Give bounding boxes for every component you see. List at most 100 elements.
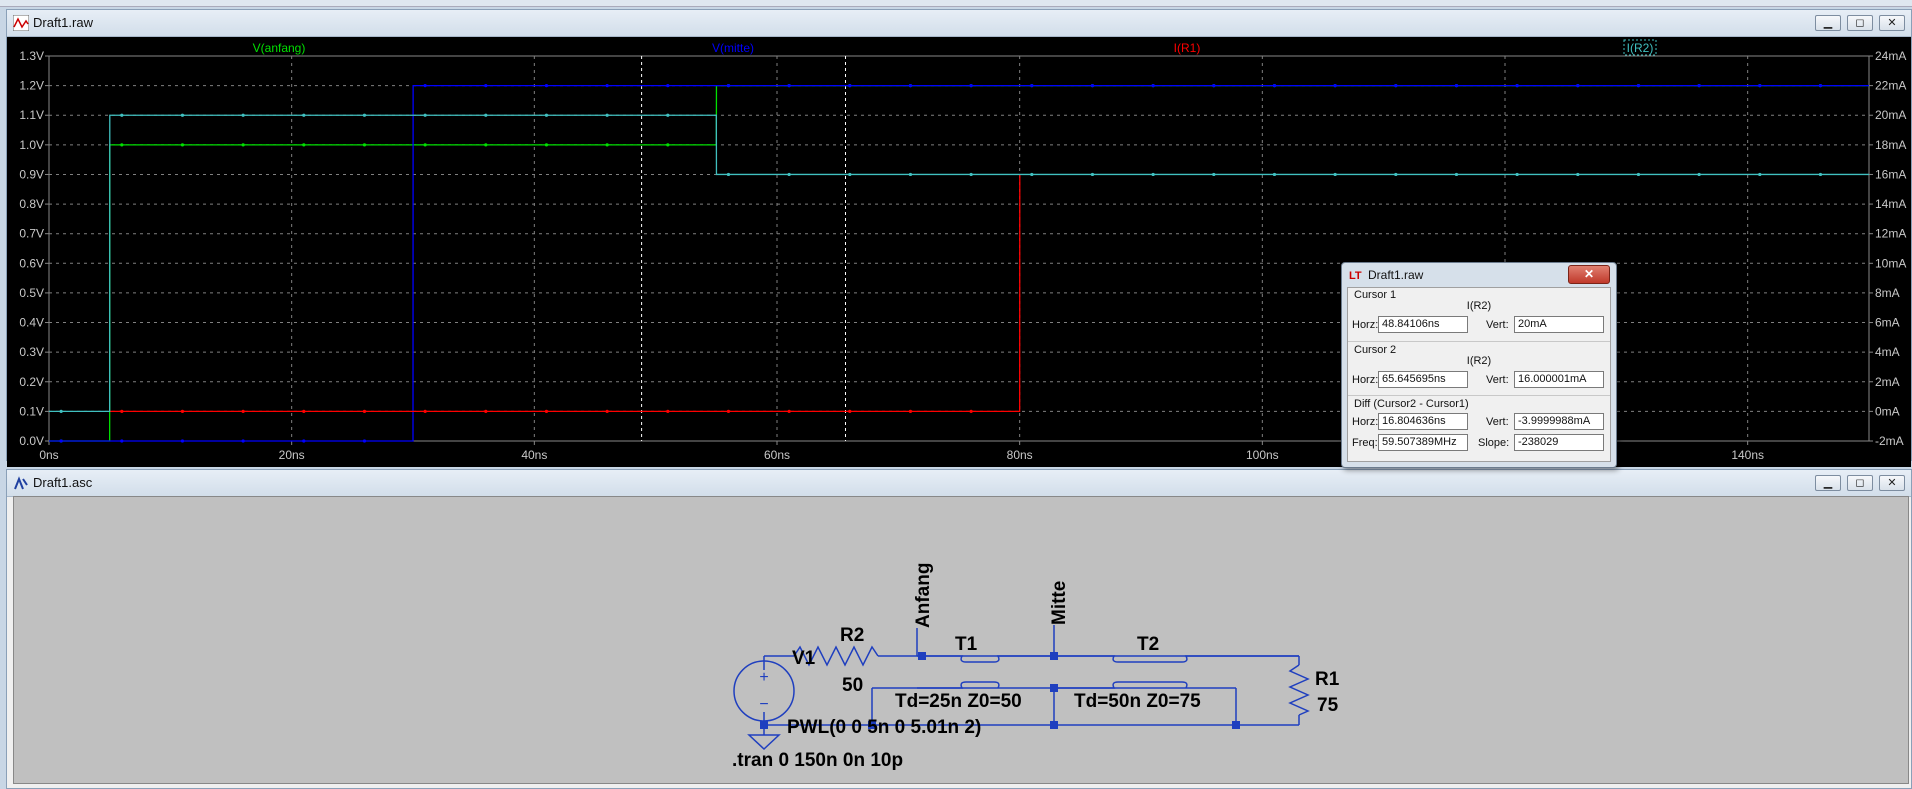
label-v1: V1 [792, 648, 816, 669]
trace-marker [848, 409, 852, 413]
svg-text:LT: LT [1349, 270, 1362, 280]
freq-field[interactable]: 59.507389MHz [1378, 434, 1468, 451]
trace-marker [1818, 172, 1823, 177]
label-t1-value: Td=25n Z0=50 [895, 691, 1022, 712]
trace-marker [1636, 172, 1641, 177]
trace-marker [362, 409, 367, 413]
tline-t1[interactable] [917, 655, 1054, 689]
schematic-close-button[interactable]: ✕ [1879, 475, 1905, 491]
schematic-canvas[interactable]: + − V1 R2 50 Anfang Mitte T1 Td=25n Z0=5… [13, 496, 1909, 784]
trace-marker [726, 172, 731, 177]
y-right-tick-label: 2mA [1875, 375, 1900, 389]
slope-field[interactable]: -238029 [1514, 434, 1604, 451]
trace-marker [1515, 84, 1519, 88]
trace-marker [241, 439, 245, 443]
y-right-tick-label: 18mA [1875, 138, 1906, 152]
trace-marker [423, 113, 427, 117]
trace-marker [59, 409, 63, 413]
trace-marker [1272, 172, 1277, 177]
maximize-button[interactable]: ◻ [1847, 15, 1873, 31]
freq-label: Freq: [1352, 437, 1378, 449]
diff-vert-field[interactable]: -3.9999988mA [1514, 413, 1604, 430]
y-right-tick-label: 4mA [1875, 345, 1900, 359]
mdi-top-strip [0, 0, 1912, 7]
schematic-window-title: Draft1.asc [33, 475, 93, 490]
trace-marker [787, 172, 791, 177]
y-left-tick-label: 1.1V [19, 108, 44, 122]
trace-marker [1454, 84, 1459, 88]
x-tick-label: 80ns [1007, 448, 1033, 462]
slope-label: Slope: [1478, 437, 1510, 449]
cursor2-horz-field[interactable]: 65.645695ns [1378, 371, 1468, 388]
voltage-source-v1[interactable]: + − [733, 660, 795, 722]
cursor1-vert-label: Vert: [1486, 319, 1509, 331]
y-left-tick-label: 0.4V [19, 316, 44, 330]
cursor1-group: Cursor 1 I(R2) Horz: 48.84106ns Vert: 20… [1348, 288, 1610, 340]
trace-marker [120, 409, 124, 413]
trace-marker [302, 439, 306, 443]
waveform-window-title: Draft1.raw [33, 15, 93, 30]
trace-marker [848, 84, 852, 88]
y-left-tick-label: 0.6V [19, 256, 44, 270]
waveform-titlebar[interactable]: Draft1.raw ▁ ◻ ✕ [7, 10, 1911, 37]
cursor2-trace: I(R2) [1466, 355, 1492, 367]
cursor-dialog-close-button[interactable]: ✕ [1568, 265, 1610, 284]
schematic-titlebar[interactable]: Draft1.asc ▁ ◻ ✕ [7, 470, 1911, 497]
trace-marker [1151, 172, 1155, 177]
y-right-tick-label: 0mA [1875, 404, 1900, 418]
label-tran-directive: .tran 0 150n 0n 10p [732, 750, 903, 771]
trace-marker [544, 409, 549, 413]
schematic-minimize-button[interactable]: ▁ [1815, 475, 1841, 491]
svg-text:+: + [759, 669, 768, 686]
label-t2: T2 [1137, 634, 1159, 655]
trace-marker [120, 439, 124, 443]
trace-marker [1272, 84, 1277, 88]
label-anfang: Anfang [913, 563, 934, 628]
label-pwl: PWL(0 0 5n 0 5.01n 2) [787, 717, 981, 738]
trace-marker [666, 84, 670, 88]
trace-marker [180, 409, 185, 413]
trace-marker [544, 113, 549, 117]
trace-marker [59, 439, 63, 443]
cursor-dialog-titlebar[interactable]: LT Draft1.raw ✕ [1342, 263, 1616, 285]
diff-label: Diff (Cursor2 - Cursor1) [1354, 398, 1469, 410]
cursor2-vert-label: Vert: [1486, 374, 1509, 386]
cursor1-horz-field[interactable]: 48.84106ns [1378, 316, 1468, 333]
y-left-tick-label: 0.5V [19, 286, 44, 300]
diff-horz-field[interactable]: 16.804636ns [1378, 413, 1468, 430]
schematic-maximize-button[interactable]: ◻ [1847, 475, 1873, 491]
tline-t2[interactable] [1054, 655, 1299, 689]
cursor2-vert-field[interactable]: 16.000001mA [1514, 371, 1604, 388]
trace-marker [362, 439, 367, 443]
waveform-icon [13, 15, 29, 31]
trace-marker [362, 143, 367, 147]
x-tick-label: 20ns [279, 448, 305, 462]
y-left-tick-label: 0.2V [19, 375, 44, 389]
y-right-tick-label: -2mA [1875, 434, 1904, 448]
diff-horz-label: Horz: [1352, 416, 1379, 428]
schematic-svg[interactable]: + − V1 R2 50 Anfang Mitte T1 Td=25n Z0=5… [14, 497, 1908, 783]
trace-marker [484, 113, 488, 117]
trace-marker [484, 143, 488, 147]
cursor-dialog[interactable]: LT Draft1.raw ✕ Cursor 1 I(R2) Horz: 48.… [1341, 262, 1617, 468]
y-left-tick-label: 1.0V [19, 138, 44, 152]
y-right-tick-label: 16mA [1875, 167, 1906, 181]
cursor1-vert-field[interactable]: 20mA [1514, 316, 1604, 333]
waveform-plot[interactable]: 0ns20ns40ns60ns80ns100ns120ns140ns0.0V0.… [7, 37, 1911, 467]
trace-marker [544, 143, 549, 147]
trace-marker [969, 84, 973, 88]
y-right-tick-label: 14mA [1875, 197, 1906, 211]
resistor-r1[interactable] [1288, 664, 1310, 716]
minimize-button[interactable]: ▁ [1815, 15, 1841, 31]
trace-marker [1090, 172, 1095, 177]
trace-marker [787, 409, 791, 413]
trace-marker [666, 113, 670, 117]
cursor-dialog-title: Draft1.raw [1368, 268, 1424, 282]
plot-canvas[interactable]: 0ns20ns40ns60ns80ns100ns120ns140ns0.0V0.… [7, 37, 1911, 467]
trace-marker [1212, 172, 1216, 177]
label-r1-value: 75 [1317, 695, 1339, 716]
close-button[interactable]: ✕ [1879, 15, 1905, 31]
x-tick-label: 100ns [1246, 448, 1279, 462]
y-left-tick-label: 0.3V [19, 345, 44, 359]
trace-label-I(R1): I(R1) [1174, 41, 1201, 55]
